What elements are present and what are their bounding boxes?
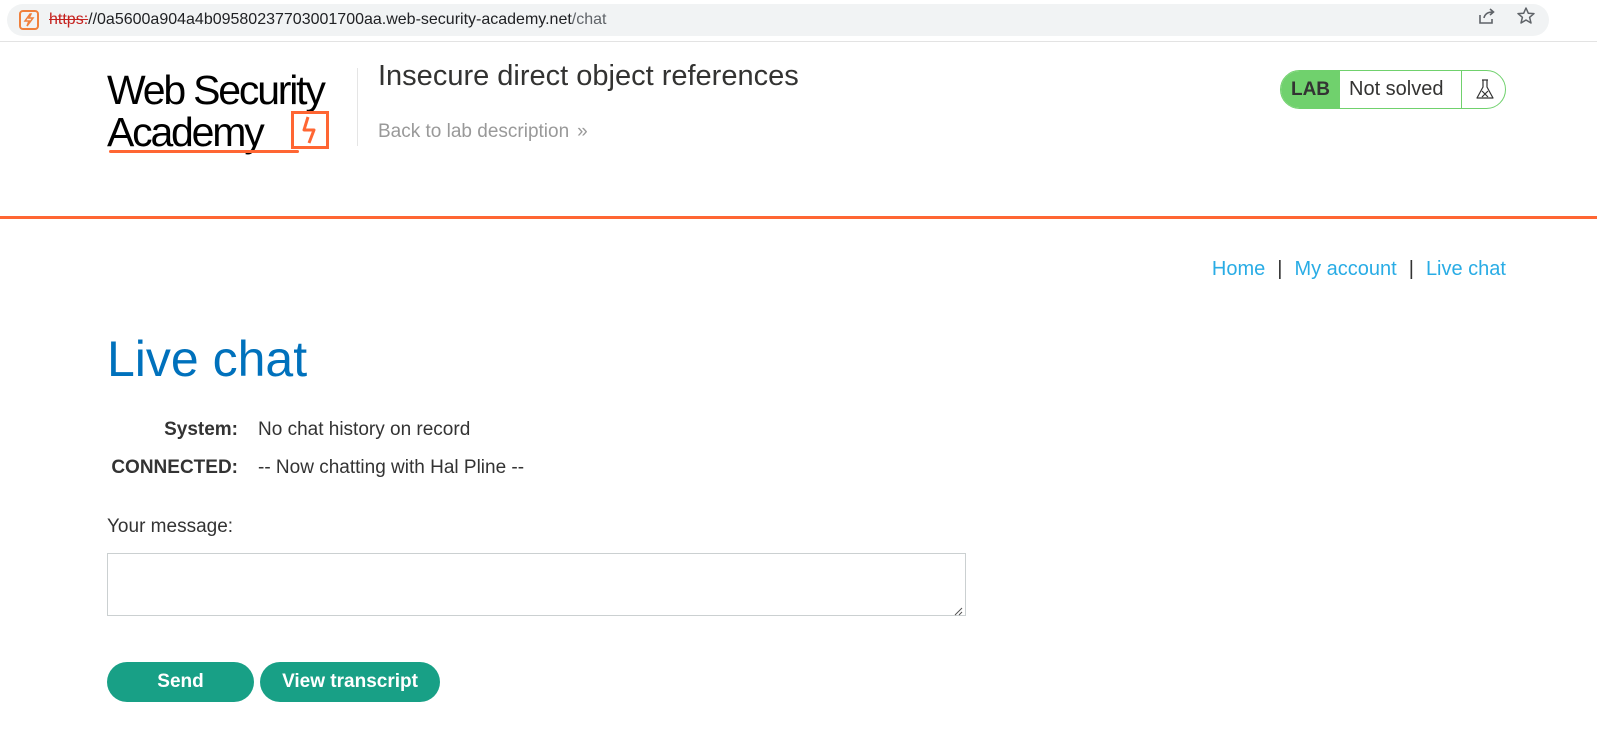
- lab-title: Insecure direct object references: [378, 60, 799, 92]
- share-icon[interactable]: [1477, 6, 1497, 26]
- send-button[interactable]: Send: [107, 662, 254, 702]
- chat-message: No chat history on record: [258, 419, 471, 440]
- logo-bolt-icon: [291, 111, 329, 149]
- header-rule: [0, 216, 1597, 219]
- logo-underline: [109, 150, 299, 153]
- logo-line-1: Web Security: [107, 67, 326, 113]
- nav-home-link[interactable]: Home: [1212, 258, 1265, 280]
- web-security-academy-logo[interactable]: Web Security Academy: [107, 66, 357, 158]
- view-transcript-button[interactable]: View transcript: [260, 662, 440, 702]
- nav-separator: |: [1408, 258, 1414, 280]
- lab-status-widget: LAB Not solved: [1280, 70, 1506, 109]
- page-title: Live chat: [107, 331, 308, 387]
- nav-live-chat-link[interactable]: Live chat: [1426, 258, 1506, 280]
- message-input[interactable]: [107, 553, 966, 616]
- site-icon: [19, 10, 39, 30]
- double-chevron-right-icon: »: [577, 121, 588, 142]
- back-link-label: Back to lab description: [378, 121, 570, 142]
- lab-status-text: Not solved: [1349, 78, 1444, 100]
- lab-tag: LAB: [1281, 71, 1340, 108]
- url-scheme: https:: [49, 11, 89, 28]
- url-path: /chat: [571, 11, 607, 28]
- top-nav: Home | My account | Live chat: [1212, 258, 1506, 281]
- browser-toolbar: https://0a5600a904a4b0958023770300​1700a…: [0, 0, 1597, 42]
- url-text[interactable]: https://0a5600a904a4b0958023770300​1700a…: [49, 11, 606, 29]
- address-bar[interactable]: https://0a5600a904a4b0958023770300​1700a…: [7, 4, 1549, 36]
- chat-message: -- Now chatting with Hal Pline --: [258, 457, 525, 478]
- resize-grip-icon[interactable]: [953, 603, 963, 616]
- header-divider: [357, 68, 358, 146]
- flask-icon: [1461, 71, 1505, 108]
- star-icon[interactable]: [1516, 6, 1536, 26]
- url-host: //0a5600a904a4b0958023770300​1700aa.web-…: [88, 11, 572, 28]
- chat-sender: System:: [164, 419, 238, 440]
- logo-line-2: Academy: [107, 109, 265, 155]
- chat-sender: CONNECTED:: [111, 457, 238, 478]
- nav-separator: |: [1277, 258, 1283, 280]
- back-to-lab-link[interactable]: Back to lab description »: [378, 121, 588, 143]
- nav-my-account-link[interactable]: My account: [1294, 258, 1396, 280]
- message-label: Your message:: [107, 516, 234, 537]
